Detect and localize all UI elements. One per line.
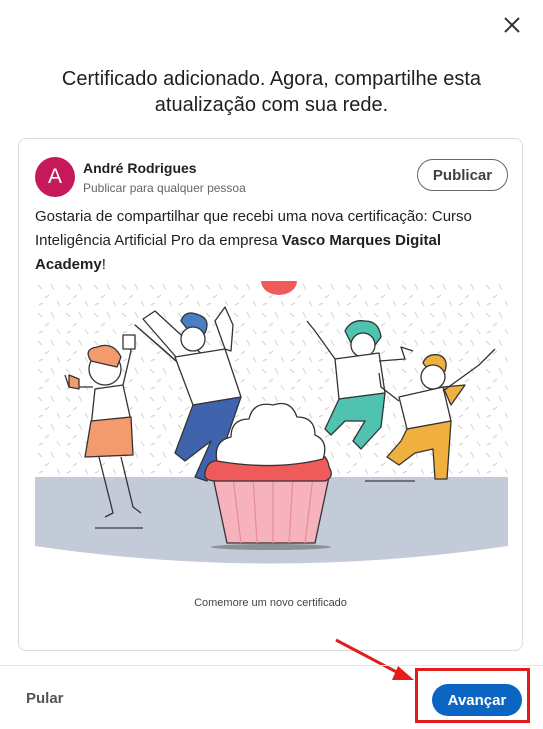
next-button[interactable]: Avançar [432,684,522,716]
close-button[interactable] [499,12,525,38]
post-preview-card: A André Rodrigues Publicar para qualquer… [18,138,523,651]
publish-button[interactable]: Publicar [417,159,508,191]
post-text-end: ! [101,256,106,273]
close-icon [504,17,520,33]
annotation-arrow-icon [335,638,414,680]
post-visibility: Publicar para qualquer pessoa [83,181,246,195]
image-caption: Comemore um novo certificado [194,597,347,609]
skip-button[interactable]: Pular [26,690,64,707]
celebration-illustration [35,281,508,571]
avatar: A [35,157,75,197]
post-text: Gostaria de compartilhar que recebi uma … [35,205,510,277]
author-name: André Rodrigues [83,160,197,176]
dialog-title: Certificado adicionado. Agora, compartil… [61,68,482,116]
footer-divider [0,665,543,666]
